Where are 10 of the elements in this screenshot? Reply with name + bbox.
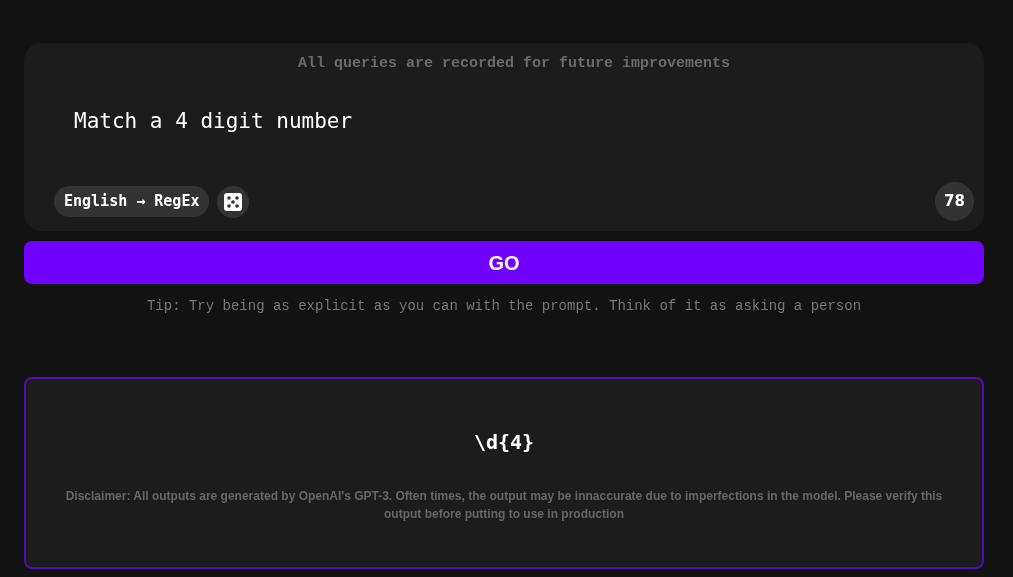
go-button[interactable]: GO	[24, 241, 984, 284]
regex-result: \d{4}	[473, 429, 535, 456]
character-count: 78	[935, 182, 974, 221]
prompt-input[interactable]: Match a 4 digit number	[54, 105, 974, 137]
dice-icon	[224, 192, 243, 211]
disclaimer-text: Disclaimer: All outputs are generated by OpenAI's GPT-3. Often times, the output may be innaccurate due to imperfections in the model. Please verify this output before putting to use in production	[64, 488, 944, 523]
mode-pill[interactable]: English → RegEx	[54, 186, 210, 217]
dice-button[interactable]	[217, 185, 250, 218]
tip-text: Tip: Try being as explicit as you can with the prompt. Think of it as asking a person	[145, 297, 863, 316]
notice-text: All queries are recorded for future improvements	[296, 54, 732, 74]
